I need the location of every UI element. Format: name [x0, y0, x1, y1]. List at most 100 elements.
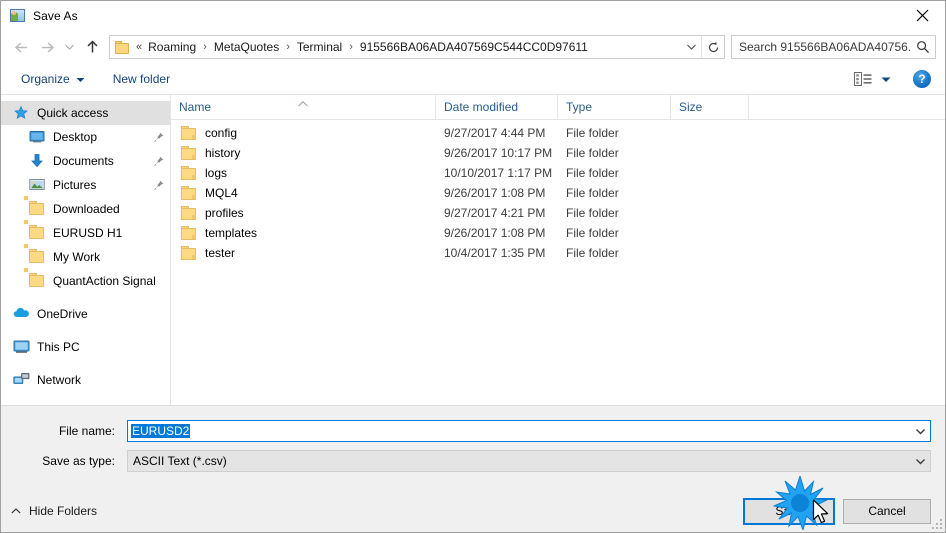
hide-folders-button[interactable]: Hide Folders: [11, 504, 97, 518]
save-as-type-value: ASCII Text (*.csv): [133, 454, 227, 468]
network-icon: [13, 372, 30, 388]
close-icon[interactable]: [900, 1, 945, 30]
search-icon[interactable]: [911, 40, 935, 54]
file-type-cell: File folder: [566, 186, 619, 200]
sidebar-item-desktop[interactable]: Desktop: [1, 125, 170, 149]
file-name-label: history: [205, 146, 241, 160]
breadcrumb-separator: ›: [286, 41, 290, 53]
folder-icon: [24, 268, 46, 289]
forward-icon[interactable]: [34, 34, 60, 60]
sidebar-item-label: Quick access: [37, 106, 109, 120]
file-name-input[interactable]: EURUSD2: [127, 420, 931, 442]
dialog-body: Quick access Desktop Documents Pictures …: [1, 94, 945, 405]
column-header-name[interactable]: Name: [171, 95, 436, 119]
file-name-label: File name:: [58, 424, 115, 438]
folder-icon: [181, 246, 197, 260]
column-header-size[interactable]: Size: [671, 95, 749, 119]
navigation-pane: Quick access Desktop Documents Pictures …: [1, 95, 171, 405]
sidebar-item-downloaded[interactable]: Downloaded: [1, 196, 170, 221]
sidebar-item-quick-access[interactable]: Quick access: [1, 101, 170, 125]
sidebar-item-onedrive[interactable]: OneDrive: [1, 302, 170, 326]
sidebar-item-eurusd-h1[interactable]: EURUSD H1: [1, 220, 170, 245]
column-header-date-modified[interactable]: Date modified: [436, 95, 558, 119]
sidebar-item-documents[interactable]: Documents: [1, 149, 170, 173]
sidebar-item-label: My Work: [53, 250, 101, 264]
column-header-type[interactable]: Type: [558, 95, 671, 119]
file-date-cell: 9/26/2017 1:08 PM: [444, 186, 546, 200]
resize-grip[interactable]: [930, 517, 942, 529]
pictures-icon: [29, 177, 46, 193]
sort-ascending-icon: [298, 96, 309, 110]
table-row[interactable]: config 9/27/2017 4:44 PM File folder: [171, 123, 945, 143]
help-button[interactable]: ?: [913, 70, 931, 88]
table-row[interactable]: MQL4 9/26/2017 1:08 PM File folder: [171, 183, 945, 203]
file-date-cell: 10/10/2017 1:17 PM: [444, 166, 553, 180]
file-type-cell: File folder: [566, 126, 619, 140]
breadcrumb-item-3[interactable]: 915566BA06ADA407569C544CC0D97611: [358, 40, 590, 54]
chevron-up-icon: [11, 508, 21, 514]
file-list-pane: Name Date modified Type Size config 9/27…: [171, 95, 945, 405]
address-bar[interactable]: « Roaming › MetaQuotes › Terminal › 9155…: [109, 35, 725, 59]
save-as-type-select[interactable]: ASCII Text (*.csv): [127, 450, 931, 472]
sidebar-item-label: QuantAction Signal: [53, 274, 156, 288]
save-as-dialog: Save As « Roaming › MetaQuotes › Termina…: [0, 0, 946, 533]
documents-icon: [29, 153, 46, 169]
save-as-type-chevron-down-icon[interactable]: [911, 458, 930, 465]
sidebar-item-network[interactable]: Network: [1, 368, 170, 392]
sidebar-item-my-work[interactable]: My Work: [1, 244, 170, 269]
file-name-cell: MQL4: [171, 186, 436, 200]
recent-locations-chevron-down-icon[interactable]: [60, 34, 79, 60]
table-row[interactable]: templates 9/26/2017 1:08 PM File folder: [171, 223, 945, 243]
file-type-cell: File folder: [566, 166, 619, 180]
table-row[interactable]: logs 10/10/2017 1:17 PM File folder: [171, 163, 945, 183]
sidebar-item-quantaction-signal[interactable]: QuantAction Signal: [1, 268, 170, 293]
file-name-label: profiles: [205, 206, 244, 220]
table-row[interactable]: history 9/26/2017 10:17 PM File folder: [171, 143, 945, 163]
table-row[interactable]: tester 10/4/2017 1:35 PM File folder: [171, 243, 945, 263]
sidebar-item-label: This PC: [37, 340, 80, 354]
hide-folders-label: Hide Folders: [29, 504, 98, 518]
column-header-row: Name Date modified Type Size: [171, 95, 945, 120]
folder-icon: [181, 186, 197, 200]
back-icon[interactable]: [8, 34, 34, 60]
save-button[interactable]: Save: [743, 497, 835, 525]
folder-icon: [24, 244, 46, 265]
refresh-icon[interactable]: [701, 36, 724, 58]
column-header-label: Date modified: [444, 100, 519, 114]
cancel-button[interactable]: Cancel: [843, 498, 931, 524]
pin-icon[interactable]: [153, 132, 164, 143]
organize-button[interactable]: Organize: [15, 69, 91, 89]
view-chevron-down-icon[interactable]: [876, 74, 897, 85]
file-name-cell: tester: [171, 246, 436, 260]
file-name-label: MQL4: [205, 186, 238, 200]
folder-icon: [181, 206, 197, 220]
folder-icon: [115, 40, 130, 54]
up-icon[interactable]: [79, 34, 105, 60]
title-bar: Save As: [1, 1, 945, 30]
file-name-label: config: [205, 126, 238, 140]
pin-icon[interactable]: [153, 180, 164, 191]
file-date-cell: 9/26/2017 10:17 PM: [444, 146, 553, 160]
desktop-icon: [29, 129, 46, 145]
new-folder-button[interactable]: New folder: [107, 69, 176, 89]
breadcrumb-separator: ›: [203, 41, 207, 53]
file-name-cell: config: [171, 126, 436, 140]
file-name-cell: history: [171, 146, 436, 160]
breadcrumb-overflow[interactable]: «: [135, 41, 146, 53]
view-layout-icon[interactable]: [850, 70, 876, 88]
command-bar: Organize New folder ?: [1, 64, 945, 94]
file-date-cell: 10/4/2017 1:35 PM: [444, 246, 546, 260]
table-row[interactable]: profiles 9/27/2017 4:21 PM File folder: [171, 203, 945, 223]
folder-icon: [24, 220, 46, 241]
column-header-label: Type: [566, 100, 593, 114]
sidebar-item-this-pc[interactable]: This PC: [1, 335, 170, 359]
breadcrumb-item-2[interactable]: Terminal: [295, 40, 344, 54]
sidebar-item-pictures[interactable]: Pictures: [1, 173, 170, 197]
this-pc-icon: [13, 339, 30, 355]
address-chevron-down-icon[interactable]: [681, 36, 701, 58]
search-input[interactable]: Search 915566BA06ADA40756...: [731, 35, 936, 59]
file-name-chevron-down-icon[interactable]: [911, 428, 930, 435]
pin-icon[interactable]: [153, 156, 164, 167]
breadcrumb-item-0[interactable]: Roaming: [146, 40, 198, 54]
breadcrumb-item-1[interactable]: MetaQuotes: [212, 40, 281, 54]
